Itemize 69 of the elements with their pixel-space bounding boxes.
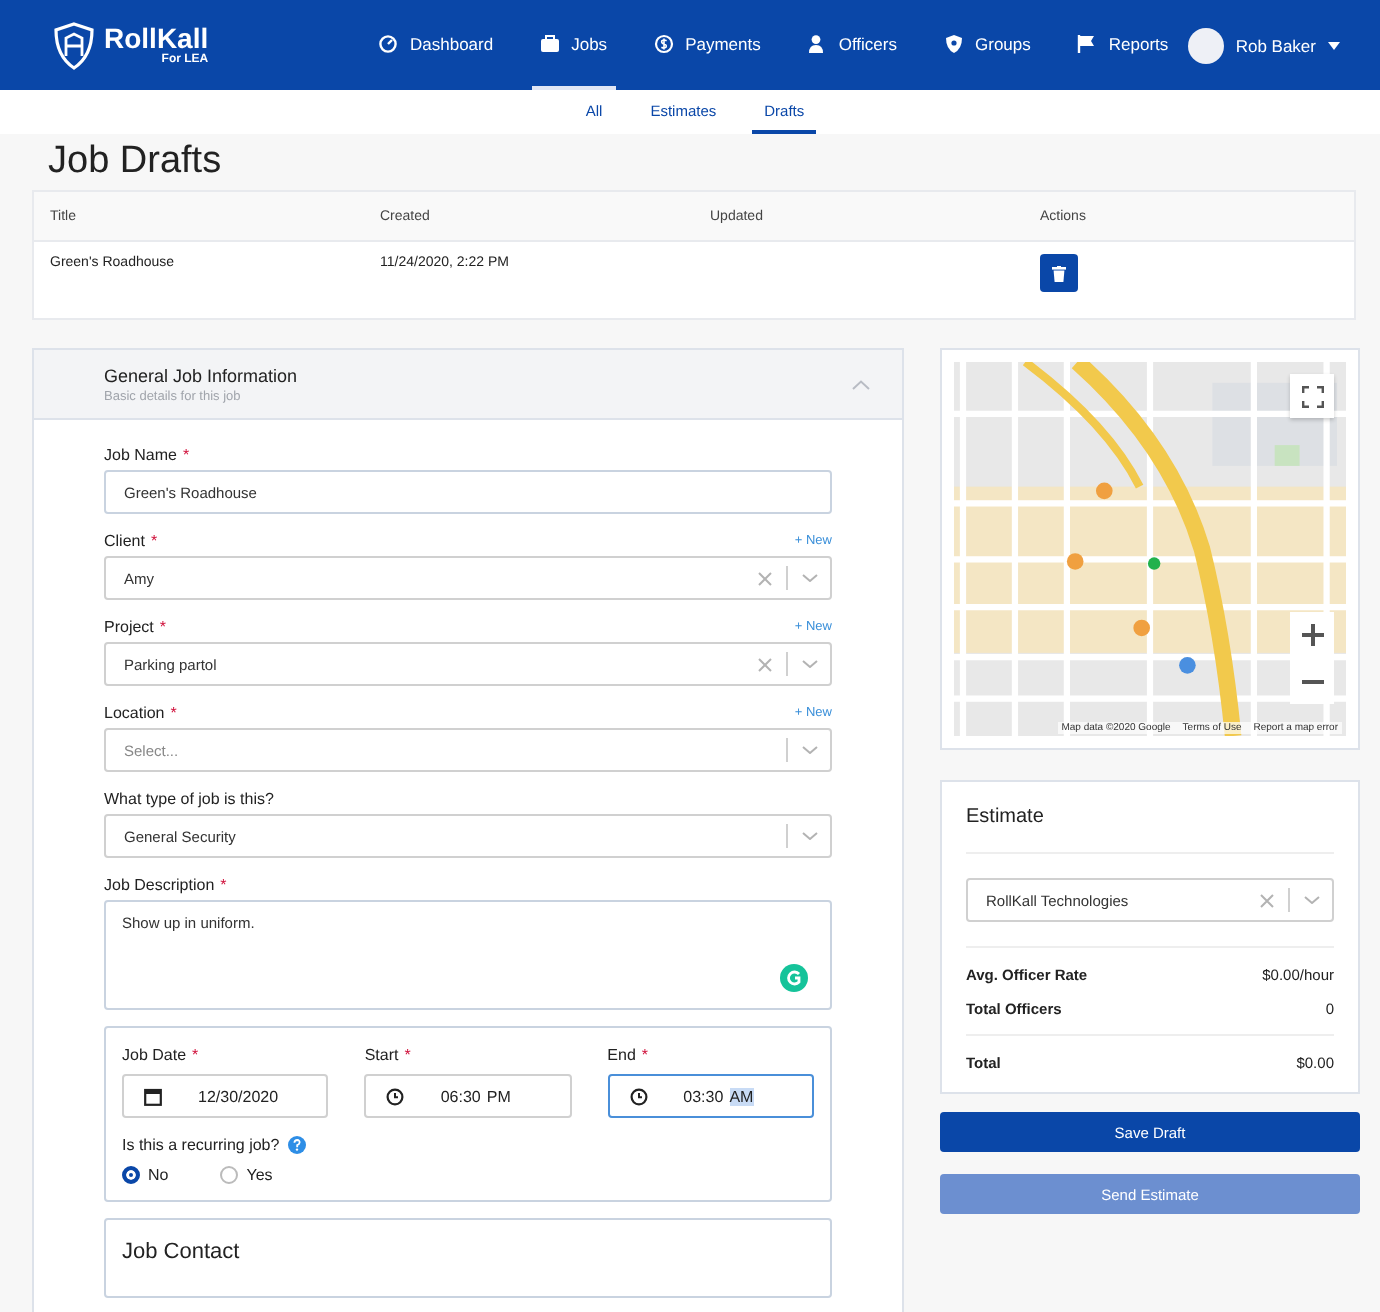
person-icon: [806, 33, 827, 53]
field-label: Is this a recurring job?: [122, 1136, 280, 1154]
brand-name: RollKall: [104, 24, 209, 52]
section-title: Job Contact: [122, 1240, 242, 1264]
minus-icon: [1301, 679, 1323, 683]
field-label: Start: [364, 1046, 399, 1064]
dollar-icon: [653, 33, 674, 53]
field-label: Client: [104, 531, 145, 549]
date-field[interactable]: 12/30/2020: [122, 1074, 329, 1118]
section-title: General Job Information: [104, 365, 298, 385]
chevron-up-icon: [852, 379, 870, 389]
grammar-badge-icon: [780, 964, 808, 992]
clear-icon: [758, 571, 772, 585]
field-label: What type of job is this?: [104, 789, 274, 807]
nav-link[interactable]: Dashboard: [370, 0, 502, 90]
radio-button[interactable]: [122, 1166, 140, 1184]
help-icon: [287, 1136, 306, 1154]
gauge-icon: [378, 33, 398, 53]
required-mark: *: [159, 617, 167, 635]
chevron-down-icon: [802, 746, 818, 754]
time-period: AM: [729, 1087, 754, 1105]
field-label: End: [607, 1046, 636, 1064]
field-label: Job Date: [122, 1046, 187, 1064]
time-field[interactable]: 03:30 AM: [607, 1074, 814, 1118]
chevron-down-icon: [802, 660, 818, 668]
clear-icon: [758, 657, 772, 671]
nav-link[interactable]: Officers: [798, 0, 905, 90]
delete-button[interactable]: [1040, 254, 1078, 292]
briefcase-icon: [539, 33, 560, 53]
clear-icon: [1260, 893, 1274, 907]
required-mark: *: [150, 531, 158, 549]
page-title: Job Drafts: [48, 140, 224, 184]
field-label: Location: [104, 703, 165, 721]
radio-option[interactable]: Yes: [220, 1166, 273, 1184]
calendar-icon: [144, 1087, 162, 1105]
estimate-title: Estimate: [966, 806, 1334, 854]
chevron-down-icon: [802, 832, 818, 840]
nav-link[interactable]: Reports: [1068, 0, 1177, 90]
chevron-down-icon: [802, 574, 818, 582]
fullscreen-icon: [1301, 385, 1323, 407]
required-mark: *: [192, 1046, 199, 1064]
clock-icon: [386, 1087, 405, 1105]
trash-icon: [1052, 265, 1066, 281]
shield-icon: [943, 33, 963, 53]
field-label: Job Name: [104, 445, 177, 463]
avatar-icon: [1187, 27, 1224, 63]
user-menu[interactable]: Rob Baker: [1187, 27, 1340, 63]
clock-icon: [629, 1087, 648, 1105]
required-mark: *: [170, 703, 177, 721]
time-field[interactable]: 06:30 PM: [364, 1074, 572, 1118]
fullscreen-button[interactable]: [1290, 374, 1334, 418]
field-label: Job Description: [104, 875, 215, 893]
required-mark: *: [182, 445, 190, 463]
caret-icon: [1328, 41, 1340, 49]
nav-link[interactable]: Payments: [645, 0, 769, 90]
shield-logo-icon: [54, 21, 94, 69]
field-label: Project: [104, 617, 154, 635]
radio-button[interactable]: [220, 1166, 239, 1184]
radio-option[interactable]: No: [122, 1166, 169, 1184]
time-period: PM: [486, 1087, 511, 1105]
chevron-down-icon: [1304, 896, 1320, 904]
time-value: 03:30: [683, 1087, 724, 1105]
required-mark: *: [641, 1046, 649, 1064]
required-mark: *: [220, 875, 227, 893]
nav-link[interactable]: Groups: [935, 0, 1039, 90]
time-value: 06:30: [440, 1087, 481, 1105]
required-mark: *: [404, 1046, 411, 1064]
plus-icon: [1301, 624, 1323, 646]
flag-icon: [1076, 33, 1097, 53]
